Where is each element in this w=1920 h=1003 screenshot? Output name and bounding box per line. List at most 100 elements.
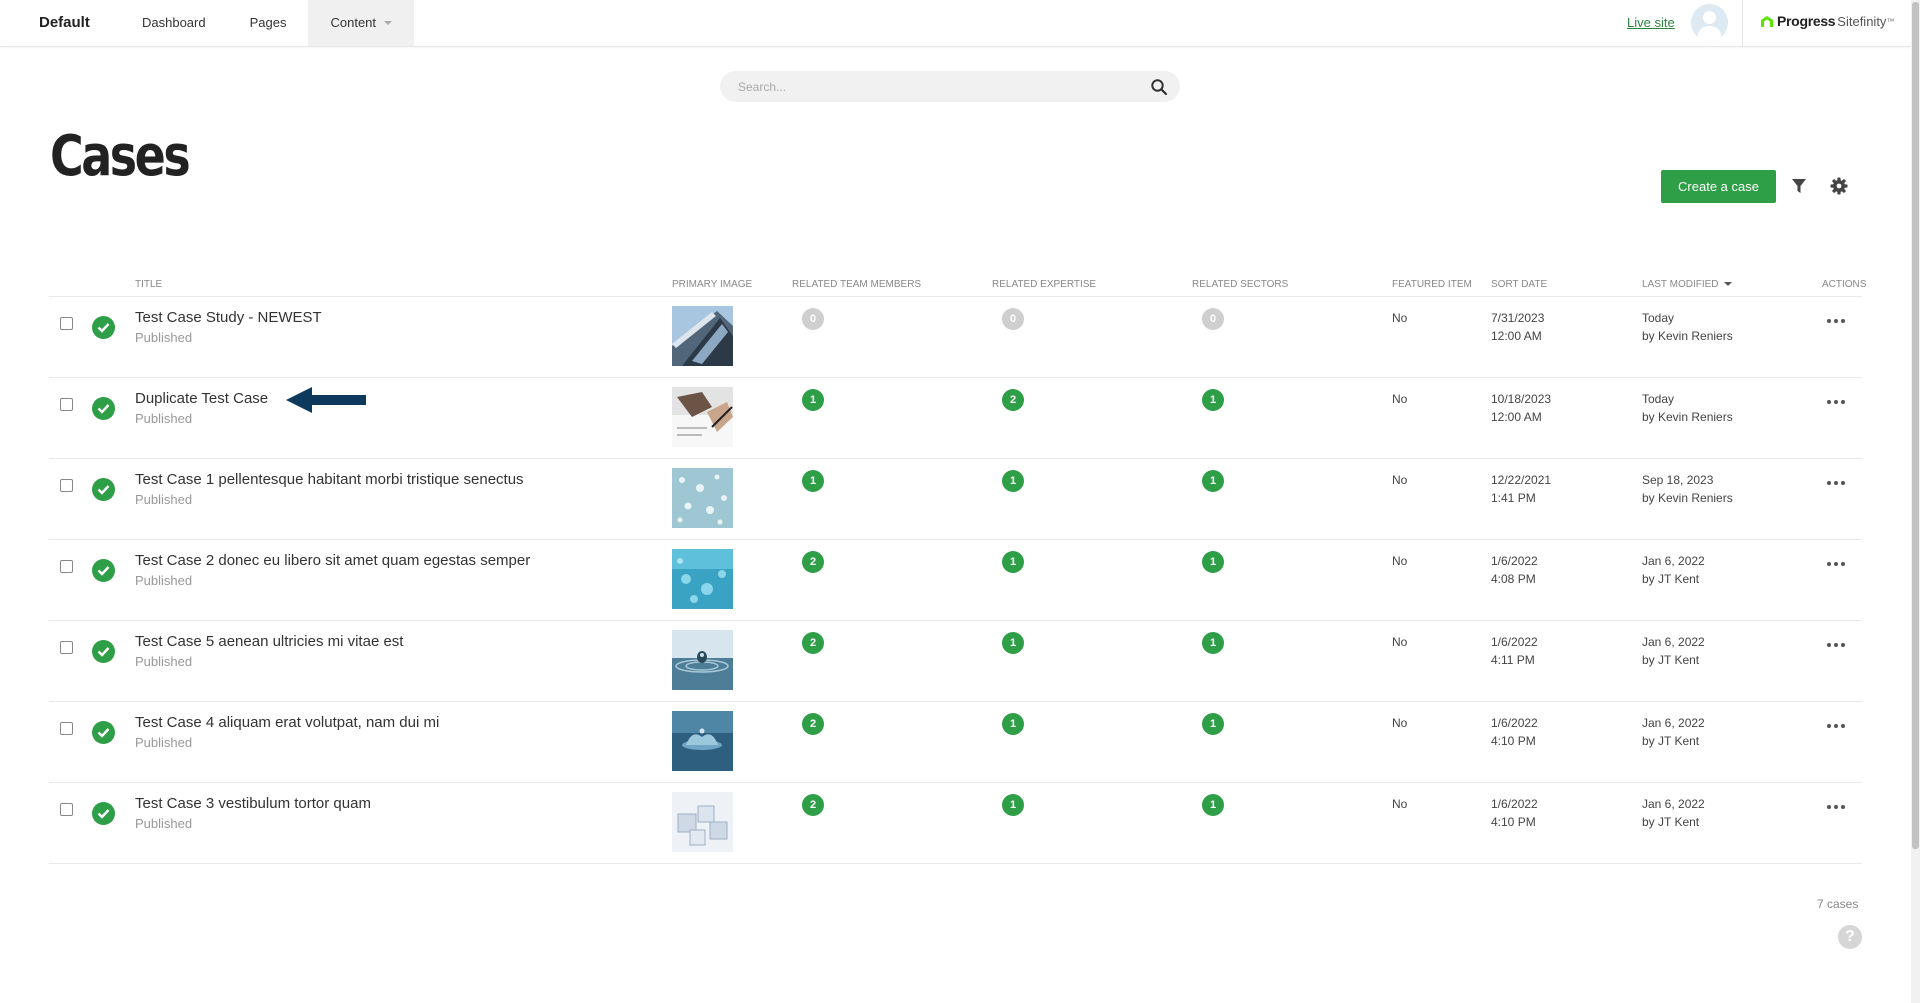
sectors-count-badge[interactable]: 1 [1202,551,1224,573]
primary-image-thumbnail[interactable] [672,711,733,771]
row-checkbox[interactable] [60,317,73,330]
row-actions-menu[interactable] [1826,800,1846,814]
case-title[interactable]: Test Case 2 donec eu libero sit amet qua… [135,552,530,569]
nav-content-label: Content [330,15,377,30]
column-last-modified[interactable]: LAST MODIFIED [1642,279,1732,290]
case-status: Published [135,411,193,426]
logo-sitefinity-text: Sitefinity [1837,13,1887,29]
expertise-count-badge[interactable]: 1 [1002,551,1024,573]
primary-image-thumbnail[interactable] [672,630,733,690]
last-modified-by: by JT Kent [1642,653,1700,667]
sort-date-cell: 10/18/2023 12:00 AM [1491,390,1551,426]
team-members-count-badge[interactable]: 2 [802,794,824,816]
scrollbar-thumb[interactable] [1912,2,1919,849]
case-title[interactable]: Test Case 1 pellentesque habitant morbi … [135,471,524,488]
team-members-count-badge[interactable]: 0 [802,308,824,330]
row-checkbox[interactable] [60,722,73,735]
sort-date-cell: 1/6/2022 4:11 PM [1491,633,1538,669]
sectors-count-badge[interactable]: 1 [1202,713,1224,735]
expertise-count-badge[interactable]: 1 [1002,632,1024,654]
team-members-count-badge[interactable]: 1 [802,470,824,492]
sectors-count-badge[interactable]: 1 [1202,632,1224,654]
last-modified-date: Jan 6, 2022 [1642,554,1705,568]
sectors-count-badge[interactable]: 1 [1202,389,1224,411]
last-modified-cell: Jan 6, 2022 by JT Kent [1642,795,1705,831]
help-icon[interactable]: ? [1838,925,1862,949]
search-input[interactable] [738,71,1138,102]
primary-image-thumbnail[interactable] [672,549,733,609]
sectors-count-badge[interactable]: 1 [1202,470,1224,492]
primary-image-thumbnail[interactable] [672,306,733,366]
featured-value: No [1392,554,1408,568]
expertise-count-badge[interactable]: 1 [1002,794,1024,816]
table-row: Test Case Study - NEWEST Published 0 0 0… [49,297,1862,378]
column-title[interactable]: TITLE [135,279,162,290]
last-modified-by: by Kevin Reniers [1642,491,1733,505]
gear-icon[interactable] [1830,177,1848,195]
case-title[interactable]: Test Case 3 vestibulum tortor quam [135,795,371,812]
chevron-down-icon [384,21,393,25]
row-checkbox[interactable] [60,479,73,492]
case-status: Published [135,654,193,669]
sort-date-cell: 1/6/2022 4:08 PM [1491,552,1538,588]
last-modified-by: by JT Kent [1642,815,1700,829]
case-title[interactable]: Duplicate Test Case [135,390,268,407]
search-icon[interactable] [1150,78,1168,96]
published-status-icon [92,397,115,420]
team-members-count-badge[interactable]: 2 [802,713,824,735]
live-site-link[interactable]: Live site [1627,15,1675,30]
last-modified-by: by Kevin Reniers [1642,329,1733,343]
row-actions-menu[interactable] [1826,476,1846,490]
expertise-count-badge[interactable]: 1 [1002,470,1024,492]
nav-content[interactable]: Content [308,0,415,46]
last-modified-cell: Today by Kevin Reniers [1642,390,1733,426]
column-primary-image: PRIMARY IMAGE [672,279,753,290]
row-actions-menu[interactable] [1826,557,1846,571]
case-status: Published [135,735,193,750]
main-nav: Dashboard Pages Content [120,0,415,46]
primary-image-thumbnail[interactable] [672,387,733,447]
last-modified-date: Sep 18, 2023 [1642,473,1714,487]
team-members-count-badge[interactable]: 2 [802,632,824,654]
sectors-count-badge[interactable]: 0 [1202,308,1224,330]
primary-image-thumbnail[interactable] [672,792,733,852]
row-actions-menu[interactable] [1826,719,1846,733]
row-actions-menu[interactable] [1826,395,1846,409]
case-title[interactable]: Test Case Study - NEWEST [135,309,322,326]
site-selector[interactable]: Default [39,14,90,31]
sort-time: 12:00 AM [1491,410,1542,424]
filter-icon[interactable] [1791,177,1807,195]
create-case-button[interactable]: Create a case [1661,170,1776,203]
case-title[interactable]: Test Case 4 aliquam erat volutpat, nam d… [135,714,439,731]
expertise-count-badge[interactable]: 1 [1002,713,1024,735]
row-checkbox[interactable] [60,641,73,654]
expertise-count-badge[interactable]: 2 [1002,389,1024,411]
row-checkbox[interactable] [60,560,73,573]
row-actions-menu[interactable] [1826,314,1846,328]
sort-time: 4:11 PM [1491,653,1535,667]
sectors-count-badge[interactable]: 1 [1202,794,1224,816]
user-avatar[interactable] [1691,4,1728,41]
team-members-count-badge[interactable]: 1 [802,389,824,411]
sort-time: 4:10 PM [1491,815,1536,829]
published-status-icon [92,478,115,501]
items-count: 7 cases [1817,897,1859,911]
column-related-sectors: RELATED SECTORS [1192,279,1289,290]
row-actions-menu[interactable] [1826,638,1846,652]
expertise-count-badge[interactable]: 0 [1002,308,1024,330]
last-modified-by: by Kevin Reniers [1642,410,1733,424]
nav-pages[interactable]: Pages [228,0,309,46]
row-checkbox[interactable] [60,398,73,411]
column-sort-date[interactable]: SORT DATE [1491,279,1547,290]
column-actions: ACTIONS [1822,279,1867,290]
case-title[interactable]: Test Case 5 aenean ultricies mi vitae es… [135,633,403,650]
sort-date-cell: 12/22/2021 1:41 PM [1491,471,1551,507]
nav-dashboard[interactable]: Dashboard [120,0,228,46]
column-related-team-members: RELATED TEAM MEMBERS [792,279,922,290]
case-status: Published [135,330,193,345]
team-members-count-badge[interactable]: 2 [802,551,824,573]
page-title: Cases [50,124,191,189]
row-checkbox[interactable] [60,803,73,816]
sort-date: 10/18/2023 [1491,392,1552,406]
primary-image-thumbnail[interactable] [672,468,733,528]
